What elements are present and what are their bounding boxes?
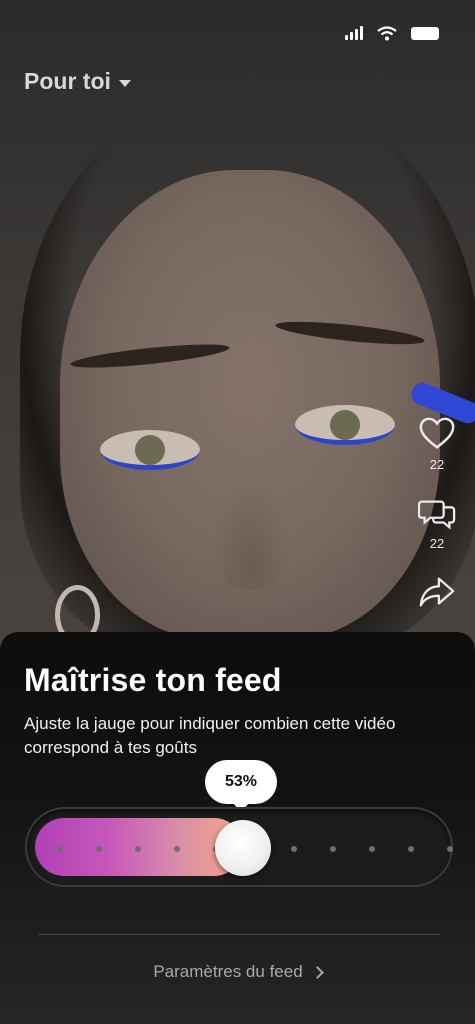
video-nose	[210, 480, 290, 590]
slider-tick	[369, 846, 375, 852]
slider-value-bubble: 53%	[205, 760, 277, 812]
preference-slider[interactable]	[25, 807, 453, 887]
slider-tick	[57, 846, 63, 852]
sheet-description: Ajuste la jauge pour indiquer combien ce…	[24, 714, 396, 757]
chevron-right-icon	[310, 966, 324, 979]
feed-selector[interactable]: Pour toi	[24, 68, 131, 95]
slider-tick	[96, 846, 102, 852]
battery-icon	[411, 26, 439, 40]
video-eye-right	[295, 405, 395, 445]
comments-count: 22	[429, 536, 445, 551]
video-eye-left	[100, 430, 200, 470]
slider-value-label: 53%	[224, 773, 258, 790]
slider-tick	[174, 846, 180, 852]
screen: Pour toi 22 22 Maîtrise ton feed Ajuste …	[0, 0, 475, 1024]
sheet-title: Maîtrise ton feed	[24, 662, 282, 698]
feed-settings-label: Paramètres du feed	[153, 962, 303, 981]
slider-tick	[291, 846, 297, 852]
likes-count: 22	[429, 457, 445, 472]
video-player[interactable]	[0, 0, 475, 660]
feed-selector-label: Pour toi	[24, 68, 111, 94]
wifi-icon	[377, 25, 397, 40]
video-iris-right	[330, 410, 360, 440]
slider-tick	[447, 846, 453, 852]
action-rail: 22 22	[417, 415, 457, 611]
divider	[38, 934, 440, 935]
slider-tick	[408, 846, 414, 852]
share-icon[interactable]	[418, 573, 456, 611]
slider-tick	[135, 846, 141, 852]
comment-icon[interactable]	[418, 494, 456, 532]
feed-control-sheet: Maîtrise ton feed Ajuste la jauge pour i…	[0, 632, 475, 1024]
heart-icon[interactable]	[418, 415, 456, 453]
slider-tick	[330, 846, 336, 852]
video-iris-left	[135, 435, 165, 465]
status-bar	[345, 24, 439, 42]
feed-settings-link[interactable]: Paramètres du feed	[0, 962, 475, 982]
chevron-down-icon	[118, 80, 131, 87]
slider-thumb[interactable]	[215, 820, 271, 876]
signal-icon	[345, 26, 363, 40]
